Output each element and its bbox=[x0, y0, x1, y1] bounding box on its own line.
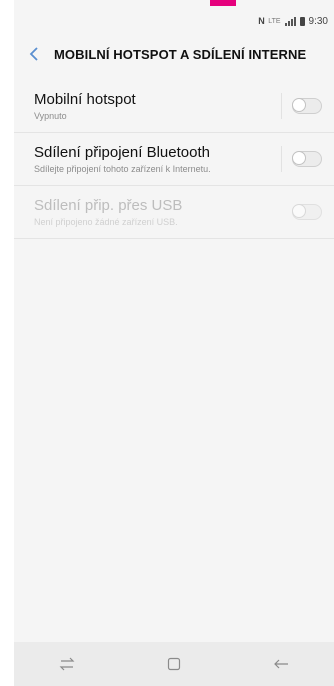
back-icon bbox=[273, 659, 288, 669]
mobile-hotspot-toggle[interactable] bbox=[292, 98, 322, 114]
setting-label: Mobilní hotspot bbox=[34, 91, 136, 108]
divider bbox=[281, 93, 282, 119]
navigation-bar bbox=[14, 642, 334, 686]
chevron-left-icon bbox=[29, 47, 38, 61]
setting-label: Sdílení přip. přes USB bbox=[34, 197, 183, 214]
recent-apps-icon bbox=[59, 657, 75, 671]
signal-icon bbox=[284, 16, 296, 26]
network-type-label: LTE bbox=[268, 17, 281, 25]
settings-list: Mobilní hotspot Vypnuto Sdílení připojen… bbox=[14, 80, 334, 239]
home-button[interactable] bbox=[144, 644, 204, 684]
recent-apps-button[interactable] bbox=[37, 644, 97, 684]
status-time: 9:30 bbox=[308, 15, 328, 27]
toggle-knob bbox=[292, 204, 306, 218]
status-bar: N LTE 9:30 bbox=[258, 14, 328, 28]
setting-bluetooth-tethering[interactable]: Sdílení připojení Bluetooth Sdílejte při… bbox=[14, 133, 334, 186]
brand-mark bbox=[210, 0, 236, 6]
setting-subtitle: Není připojeno žádné zařízení USB. bbox=[34, 217, 178, 227]
setting-subtitle: Sdílejte připojení tohoto zařízení k Int… bbox=[34, 164, 211, 174]
phone-screen: N LTE 9:30 MOBILNÍ HOTSPOT A SDÍLENÍ INT… bbox=[14, 0, 334, 686]
toggle-knob bbox=[292, 151, 306, 165]
nav-back-button[interactable] bbox=[251, 644, 311, 684]
divider bbox=[281, 146, 282, 172]
setting-mobile-hotspot[interactable]: Mobilní hotspot Vypnuto bbox=[14, 80, 334, 133]
toggle-knob bbox=[292, 98, 306, 112]
back-button[interactable] bbox=[14, 34, 54, 74]
nfc-icon: N bbox=[258, 16, 265, 26]
setting-subtitle: Vypnuto bbox=[34, 111, 67, 121]
setting-usb-tethering: Sdílení přip. přes USB Není připojeno žá… bbox=[14, 186, 334, 239]
bluetooth-tethering-toggle[interactable] bbox=[292, 151, 322, 167]
home-icon bbox=[167, 657, 181, 671]
battery-icon bbox=[299, 16, 305, 26]
header: MOBILNÍ HOTSPOT A SDÍLENÍ INTERNE bbox=[14, 34, 334, 74]
page-title: MOBILNÍ HOTSPOT A SDÍLENÍ INTERNE bbox=[54, 46, 307, 62]
usb-tethering-toggle bbox=[292, 204, 322, 220]
setting-label: Sdílení připojení Bluetooth bbox=[34, 144, 210, 161]
